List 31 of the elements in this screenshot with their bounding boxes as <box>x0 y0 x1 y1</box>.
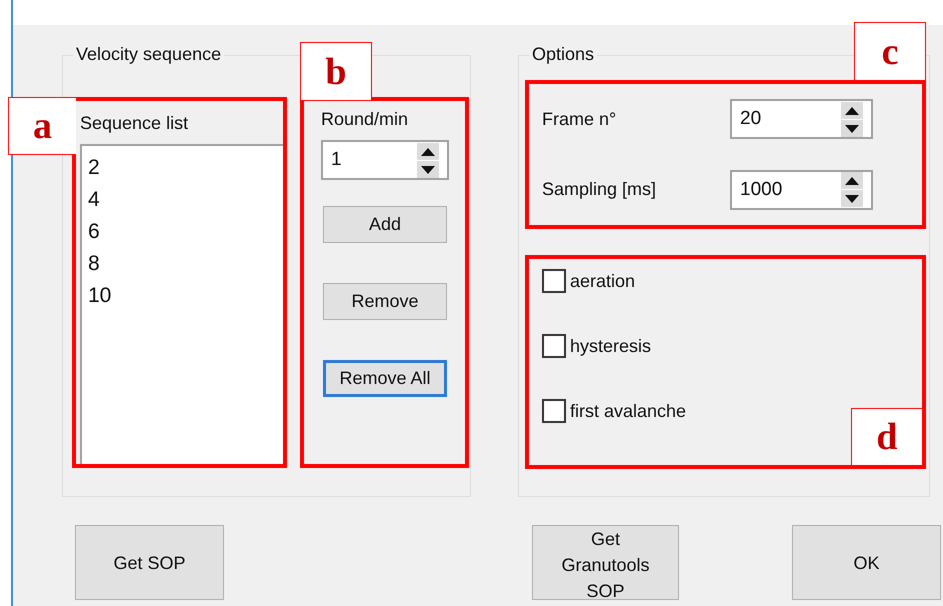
list-item[interactable]: 2 <box>88 152 277 184</box>
checkbox[interactable] <box>542 269 566 293</box>
checkbox-label: first avalanche <box>570 400 686 422</box>
field-label: Sampling [ms] <box>542 179 656 200</box>
action-button[interactable]: Add <box>323 206 447 243</box>
group-title: Velocity sequence <box>73 44 224 65</box>
checkbox[interactable] <box>542 334 566 358</box>
dialog-button[interactable]: OK <box>792 525 941 600</box>
annotation-label: c <box>854 22 926 80</box>
list-item[interactable]: 10 <box>88 280 277 312</box>
list-item[interactable]: 8 <box>88 248 277 280</box>
spin-field[interactable]: 1000 <box>730 170 873 210</box>
field-label: Round/min <box>321 109 408 130</box>
spin-field[interactable]: 20 <box>730 99 873 140</box>
checkbox[interactable] <box>542 399 566 423</box>
dialog-button[interactable]: Get SOP <box>75 525 224 600</box>
spin-field[interactable]: 1 <box>321 140 449 180</box>
checkbox-label: hysteresis <box>570 336 652 356</box>
list-item[interactable]: 4 <box>88 184 277 216</box>
action-button[interactable]: Remove <box>323 283 447 320</box>
list-label: Sequence list <box>80 113 190 134</box>
annotation-label: b <box>300 42 372 100</box>
group-title: Options <box>529 44 598 65</box>
checkbox-label: aeration <box>570 270 636 292</box>
annotation-label: d <box>851 408 923 466</box>
dialog-button[interactable]: Get Granutools SOP <box>532 525 679 600</box>
list-item[interactable]: 6 <box>88 216 277 248</box>
action-button[interactable]: Remove All <box>323 360 447 397</box>
sequence-list[interactable]: 2 4 6 8 10 <box>80 144 283 464</box>
annotation-label: a <box>8 97 76 155</box>
field-label: Frame n° <box>542 108 616 130</box>
